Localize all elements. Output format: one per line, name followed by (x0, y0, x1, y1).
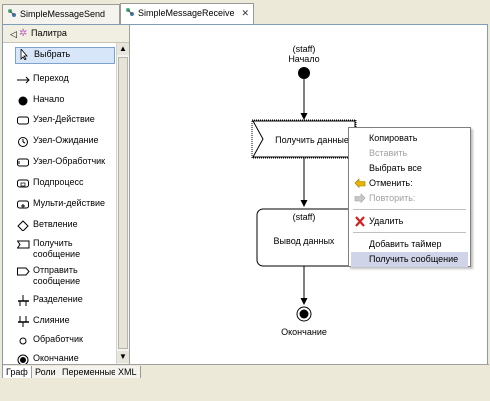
palette-item-label-line2: сообщение (33, 276, 81, 286)
handler-node-icon (17, 158, 29, 167)
fork-icon (18, 295, 29, 306)
palette-item-label-line2: сообщение (33, 249, 81, 259)
arrow-icon (17, 76, 30, 84)
event-handler-icon (19, 337, 27, 345)
palette-item-label-line1: Отправить (33, 265, 78, 275)
palette-icon: ✲ (19, 28, 28, 39)
tab-label: SimpleMessageReceive (138, 8, 235, 18)
menu-item-label: Отменить: (369, 178, 413, 188)
redo-icon (354, 193, 366, 204)
palette-title: Палитра (31, 28, 67, 38)
menu-item-delete[interactable]: Удалить (351, 214, 468, 229)
context-menu: Копировать Вставить Выбрать все Отменить… (348, 127, 471, 267)
end-label: Окончание (281, 327, 327, 337)
process-file-icon (126, 8, 134, 16)
menu-item-label: Вставить (369, 148, 408, 158)
palette-item-label: Начало (33, 94, 65, 104)
start-node-icon (18, 96, 28, 106)
subprocess-icon (17, 179, 29, 188)
delete-icon (355, 216, 365, 227)
palette-panel: ◁ ✲ Палитра Выбрать Переход Начало Узел-… (3, 25, 130, 364)
join-icon (18, 316, 29, 327)
menu-item-label: Получить сообщение (369, 254, 459, 264)
tab-label: SimpleMessageSend (20, 9, 106, 19)
menu-item-label: Копировать (369, 133, 418, 143)
menu-item-add-timer[interactable]: Добавить таймер (351, 237, 468, 252)
send-message-icon (17, 267, 30, 276)
menu-item-label: Повторить: (369, 193, 416, 203)
action-node-icon (17, 116, 29, 125)
menu-item-label: Выбрать все (369, 163, 422, 173)
scroll-down-icon[interactable]: ▼ (117, 351, 129, 363)
palette-item-label-line1: Получить (33, 238, 73, 248)
menu-item-copy[interactable]: Копировать (351, 131, 468, 146)
undo-icon (354, 178, 366, 189)
menu-item-receive-message[interactable]: Получить сообщение (351, 252, 468, 267)
start-role: (staff) (293, 44, 316, 54)
end-node-core (299, 309, 309, 319)
tab-graph[interactable]: Граф (3, 366, 32, 378)
receive-message-icon (17, 240, 30, 249)
transition-arrow-icon (300, 298, 308, 305)
tab-roles[interactable]: Роли (32, 366, 60, 378)
collapse-arrow-icon[interactable]: ◁ (10, 29, 17, 40)
palette-scrollbar[interactable]: ▲ ▼ (116, 43, 129, 364)
receive-node-label: Получить данные (275, 135, 349, 145)
task-label: Вывод данных (274, 236, 335, 246)
start-node[interactable] (298, 67, 310, 79)
palette-item-label: Мульти-действие (33, 198, 106, 208)
palette-header[interactable]: ◁ ✲ Палитра (3, 25, 129, 43)
menu-separator (353, 232, 466, 233)
palette-item-label: Слияние (33, 315, 70, 325)
task-role: (staff) (293, 212, 316, 222)
end-node-icon (17, 354, 29, 364)
palette-item-label: Узел-Ожидание (33, 135, 99, 145)
wait-node-icon (18, 137, 28, 147)
transition-arrow-icon (300, 113, 308, 120)
tab-variables[interactable]: Переменные (59, 366, 121, 378)
transition-arrow-icon (300, 200, 308, 207)
palette-item-label: Выбрать (34, 49, 71, 59)
menu-item-label: Удалить (369, 216, 404, 226)
multi-action-icon (17, 200, 29, 209)
tab-simple-message-receive[interactable]: SimpleMessageReceive ✕ (120, 3, 254, 25)
menu-item-undo[interactable]: Отменить: (351, 176, 468, 191)
tab-simple-message-send[interactable]: SimpleMessageSend (2, 4, 120, 24)
palette-item-label: Подпроцесс (33, 177, 84, 187)
palette-list: Выбрать Переход Начало Узел-Действие Узе… (3, 43, 116, 364)
editor-bottom-tabs: Граф Роли Переменные XML (3, 364, 489, 379)
menu-item-paste[interactable]: Вставить (351, 146, 468, 161)
palette-item-label: Окончание (33, 353, 79, 363)
palette-item-label: Узел-Действие (33, 114, 95, 124)
palette-item-label: Разделение (33, 294, 83, 304)
menu-item-redo[interactable]: Повторить: (351, 191, 468, 206)
editor-tab-bar: SimpleMessageSend SimpleMessageReceive ✕ (0, 0, 490, 26)
cursor-icon (20, 49, 28, 60)
palette-item-label: Узел-Обработчик (33, 156, 106, 166)
tab-xml[interactable]: XML (115, 366, 141, 378)
scroll-thumb[interactable] (118, 57, 128, 349)
process-file-icon (8, 9, 16, 17)
scroll-up-icon[interactable]: ▲ (117, 43, 129, 55)
palette-item-label: Переход (33, 73, 69, 83)
palette-item-label: Обработчик (33, 334, 83, 344)
menu-separator (353, 209, 466, 210)
start-label: Начало (288, 54, 319, 64)
palette-item-select[interactable]: Выбрать (15, 47, 115, 64)
close-icon[interactable]: ✕ (241, 8, 249, 19)
menu-item-label: Добавить таймер (369, 239, 442, 249)
palette-item-label: Ветвление (33, 219, 78, 229)
menu-item-select-all[interactable]: Выбрать все (351, 161, 468, 176)
decision-icon (17, 220, 29, 231)
